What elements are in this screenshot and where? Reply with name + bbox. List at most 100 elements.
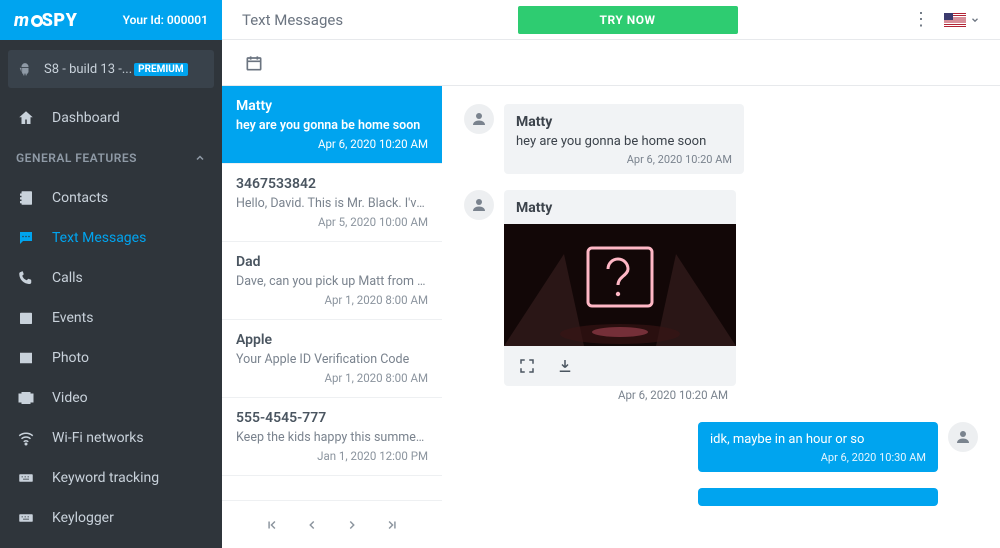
pager-first-icon[interactable] bbox=[261, 514, 283, 536]
nav-label: Photo bbox=[52, 350, 89, 366]
us-flag-icon bbox=[944, 13, 966, 27]
phone-icon bbox=[16, 269, 36, 287]
try-now-button[interactable]: TRY NOW bbox=[518, 6, 738, 34]
message-sender: Matty bbox=[516, 114, 732, 130]
media-actions bbox=[504, 346, 736, 386]
main-panel: Text Messages TRY NOW ⋮ bbox=[222, 0, 1000, 548]
sidebar-item-keylogger[interactable]: Keylogger bbox=[0, 498, 222, 538]
top-bar: Text Messages TRY NOW ⋮ bbox=[222, 0, 1000, 40]
keyboard-icon bbox=[16, 509, 36, 527]
conversation-name: 3467533842 bbox=[236, 176, 428, 192]
download-icon[interactable] bbox=[556, 357, 574, 375]
message-bubble bbox=[698, 488, 938, 506]
conversation-item[interactable]: Matty hey are you gonna be home soon Apr… bbox=[222, 86, 442, 164]
sidebar-item-calls[interactable]: Calls bbox=[0, 258, 222, 298]
nav-label: Contacts bbox=[52, 190, 108, 206]
conversation-item[interactable]: 555-4545-777 Keep the kids happy this su… bbox=[222, 398, 442, 476]
brand-logo: mSPY bbox=[14, 10, 77, 31]
message-bubble: Matty hey are you gonna be home soon Apr… bbox=[504, 104, 744, 174]
conversation-snippet: Dave, can you pick up Matt from schoo… bbox=[236, 274, 428, 289]
message-text: hey are you gonna be home soon bbox=[516, 134, 732, 149]
user-id-label: Your Id: 000001 bbox=[123, 13, 208, 27]
message-timestamp: Apr 6, 2020 10:30 AM bbox=[710, 451, 926, 464]
home-icon bbox=[16, 109, 36, 127]
chevron-down-icon bbox=[970, 15, 980, 25]
message-row-in: Matty hey are you gonna be home soon Apr… bbox=[464, 104, 978, 174]
message-thread[interactable]: Matty hey are you gonna be home soon Apr… bbox=[442, 86, 1000, 548]
conversation-snippet: hey are you gonna be home soon bbox=[236, 118, 428, 133]
wifi-icon bbox=[16, 429, 36, 447]
conversation-item[interactable]: Apple Your Apple ID Verification Code Ap… bbox=[222, 320, 442, 398]
nav-label: Text Messages bbox=[52, 230, 146, 246]
sidebar-item-events[interactable]: Events bbox=[0, 298, 222, 338]
more-menu-icon[interactable]: ⋮ bbox=[912, 9, 930, 30]
conversation-date: Apr 6, 2020 10:20 AM bbox=[236, 137, 428, 151]
nav-label: Wi-Fi networks bbox=[52, 430, 144, 446]
android-icon bbox=[18, 62, 32, 76]
premium-badge: PREMIUM bbox=[134, 63, 188, 76]
device-selector[interactable]: S8 - build 13 -... PREMIUM bbox=[8, 50, 214, 88]
message-icon bbox=[16, 229, 36, 247]
conversation-name: Dad bbox=[236, 254, 428, 270]
nav-label: Dashboard bbox=[52, 110, 120, 126]
calendar-icon bbox=[16, 309, 36, 327]
nav-label: Keyword tracking bbox=[52, 470, 159, 486]
language-selector[interactable] bbox=[944, 13, 980, 27]
sidebar-item-video[interactable]: Video bbox=[0, 378, 222, 418]
sidebar-item-dashboard[interactable]: Dashboard bbox=[0, 98, 222, 138]
sidebar: mSPY Your Id: 000001 S8 - build 13 -... … bbox=[0, 0, 222, 548]
message-image[interactable] bbox=[504, 224, 736, 346]
nav-label: Calls bbox=[52, 270, 83, 286]
contacts-icon bbox=[16, 189, 36, 207]
sidebar-header: mSPY Your Id: 000001 bbox=[0, 0, 222, 40]
message-text: idk, maybe in an hour or so bbox=[710, 432, 926, 447]
message-row-in: Matty bbox=[464, 190, 978, 406]
conversation-name: Apple bbox=[236, 332, 428, 348]
photo-icon bbox=[16, 349, 36, 367]
keyboard-icon bbox=[16, 469, 36, 487]
conversation-snippet: Keep the kids happy this summer with … bbox=[236, 430, 428, 445]
avatar-icon bbox=[948, 422, 978, 452]
avatar-icon bbox=[464, 104, 494, 134]
avatar-icon bbox=[464, 190, 494, 220]
conversation-item[interactable]: Dad Dave, can you pick up Matt from scho… bbox=[222, 242, 442, 320]
sidebar-item-photo[interactable]: Photo bbox=[0, 338, 222, 378]
sidebar-item-wifi[interactable]: Wi-Fi networks bbox=[0, 418, 222, 458]
conversation-list: Matty hey are you gonna be home soon Apr… bbox=[222, 86, 442, 548]
message-row-out bbox=[464, 488, 978, 518]
sidebar-item-contacts[interactable]: Contacts bbox=[0, 178, 222, 218]
sidebar-section-general-features[interactable]: GENERAL FEATURES bbox=[0, 138, 222, 178]
conversation-date: Apr 5, 2020 10:00 AM bbox=[236, 215, 428, 229]
conversation-date: Apr 1, 2020 8:00 AM bbox=[236, 371, 428, 385]
conversation-pager bbox=[222, 500, 442, 548]
pager-last-icon[interactable] bbox=[381, 514, 403, 536]
nav-label: Keylogger bbox=[52, 510, 114, 526]
message-bubble: idk, maybe in an hour or so Apr 6, 2020 … bbox=[698, 422, 938, 472]
nav-label: Video bbox=[52, 390, 88, 406]
conversation-date: Apr 1, 2020 8:00 AM bbox=[236, 293, 428, 307]
toolbar bbox=[222, 40, 1000, 86]
sidebar-item-keyword-tracking[interactable]: Keyword tracking bbox=[0, 458, 222, 498]
pager-next-icon[interactable] bbox=[341, 514, 363, 536]
sidebar-item-text-messages[interactable]: Text Messages bbox=[0, 218, 222, 258]
message-sender: Matty bbox=[504, 190, 736, 224]
conversation-snippet: Your Apple ID Verification Code bbox=[236, 352, 428, 367]
device-name: S8 - build 13 -... bbox=[44, 62, 132, 77]
pager-prev-icon[interactable] bbox=[301, 514, 323, 536]
expand-icon[interactable] bbox=[518, 357, 536, 375]
conversation-name: 555-4545-777 bbox=[236, 410, 428, 426]
message-row-out: idk, maybe in an hour or so Apr 6, 2020 … bbox=[464, 422, 978, 472]
conversation-snippet: Hello, David. This is Mr. Black. I've no… bbox=[236, 196, 428, 211]
conversation-item[interactable]: 3467533842 Hello, David. This is Mr. Bla… bbox=[222, 164, 442, 242]
video-icon bbox=[16, 389, 36, 407]
date-filter-button[interactable] bbox=[244, 53, 264, 73]
message-timestamp: Apr 6, 2020 10:20 AM bbox=[610, 386, 736, 406]
sidebar-item-installed-apps[interactable]: Installed APPs bbox=[0, 538, 222, 548]
conversation-name: Matty bbox=[236, 98, 428, 114]
message-timestamp: Apr 6, 2020 10:20 AM bbox=[516, 153, 732, 166]
nav-label: Events bbox=[52, 310, 93, 326]
conversation-date: Jan 1, 2020 12:00 PM bbox=[236, 449, 428, 463]
message-media-bubble: Matty bbox=[504, 190, 736, 386]
chevron-up-icon bbox=[194, 152, 206, 164]
page-title: Text Messages bbox=[242, 11, 343, 29]
